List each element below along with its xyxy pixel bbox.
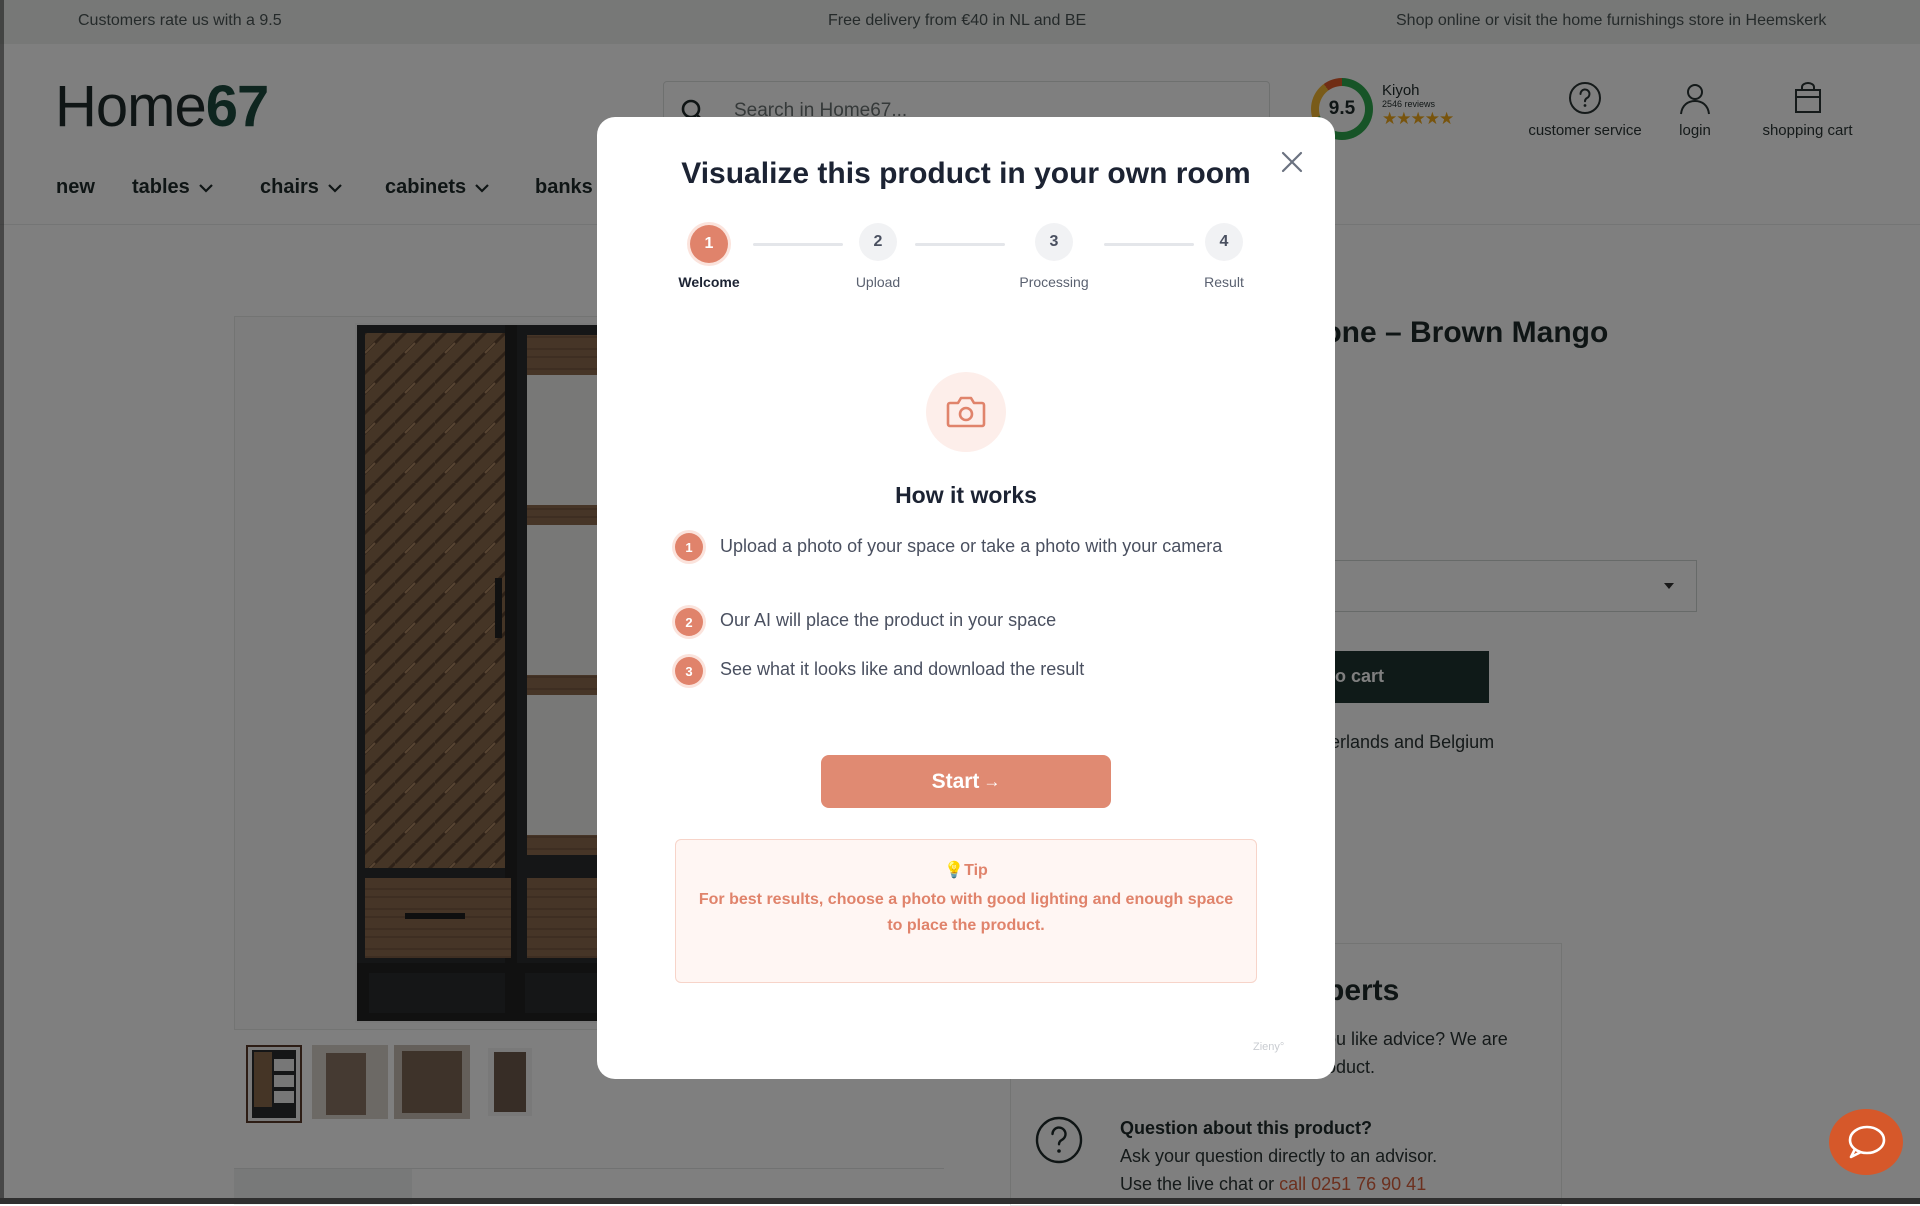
step-4-indicator: 4 xyxy=(1205,223,1243,261)
step-number: 4 xyxy=(1219,233,1229,250)
how-it-works-heading: How it works xyxy=(895,482,1037,508)
step-number: 2 xyxy=(873,233,883,250)
step-2-indicator: 2 xyxy=(859,223,897,261)
step-number: 1 xyxy=(704,235,714,252)
visualize-modal: Visualize this product in your own room … xyxy=(597,117,1335,1079)
list-item-number: 1 xyxy=(675,533,703,561)
page: Customers rate us with a 9.5 Free delive… xyxy=(0,0,1920,1206)
arrow-right-icon: → xyxy=(983,771,1001,791)
list-item-number: 3 xyxy=(675,657,703,685)
step-1-label: Welcome xyxy=(678,274,740,290)
step-connector xyxy=(1104,243,1194,246)
window-edge xyxy=(0,0,4,1204)
powered-by-brand: Zieny° xyxy=(1253,1041,1285,1053)
list-item-number: 2 xyxy=(675,608,703,636)
step-3-label: Processing xyxy=(1019,274,1089,290)
tip-heading: 💡Tip xyxy=(944,862,988,879)
step-connector xyxy=(753,243,843,246)
tip-text: For best results, choose a photo with go… xyxy=(698,891,1234,934)
window-bottom-edge xyxy=(0,1198,1920,1204)
camera-badge xyxy=(926,372,1006,452)
list-item-text: Upload a photo of your space or take a p… xyxy=(720,536,1223,556)
list-item-text: Our AI will place the product in your sp… xyxy=(720,610,1057,630)
step-number: 3 xyxy=(1049,233,1059,250)
start-button[interactable]: Start → xyxy=(821,755,1111,808)
live-chat-button[interactable] xyxy=(1829,1109,1903,1175)
step-2-label: Upload xyxy=(855,274,901,290)
step-3-indicator: 3 xyxy=(1035,223,1073,261)
modal-title: Visualize this product in your own room xyxy=(681,157,1251,190)
camera-icon xyxy=(946,396,986,428)
step-1-indicator: 1 xyxy=(690,225,728,263)
step-4-label: Result xyxy=(1204,274,1244,290)
tip-box: 💡Tip For best results, choose a photo wi… xyxy=(675,839,1257,983)
start-button-label: Start xyxy=(931,769,980,793)
step-connector xyxy=(915,243,1005,246)
list-item-text: See what it looks like and download the … xyxy=(720,659,1085,679)
chat-icon xyxy=(1848,1125,1886,1159)
